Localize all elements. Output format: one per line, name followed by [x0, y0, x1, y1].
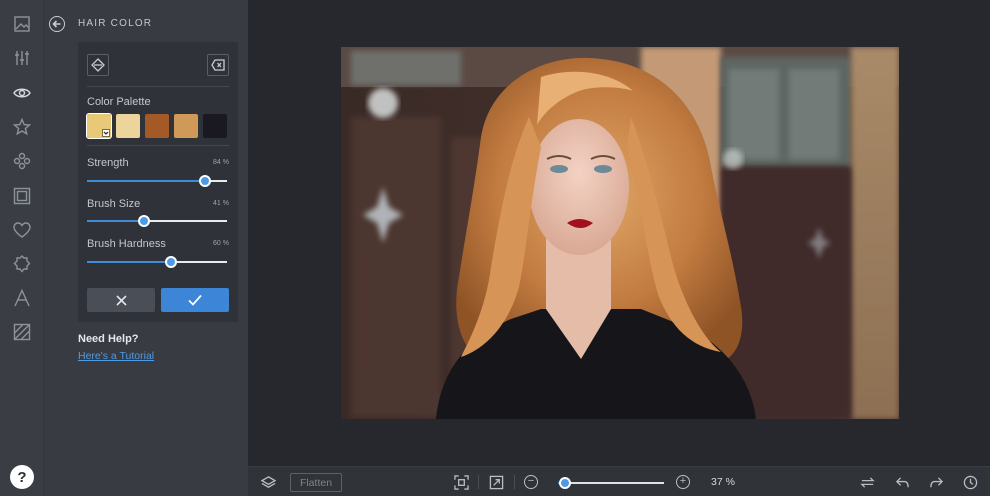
- close-icon: [115, 294, 127, 306]
- help-button[interactable]: ?: [10, 465, 34, 489]
- eraser-tool-button[interactable]: [207, 54, 229, 76]
- slider-fill: [87, 180, 205, 182]
- slider-fill: [87, 220, 145, 222]
- strength-value: 84 %: [213, 159, 229, 166]
- panel-header: HAIR COLOR: [44, 10, 248, 38]
- arrow-left-icon: [52, 20, 61, 28]
- hair-color-panel: HAIR COLOR Color Palette Strength 84 % B…: [44, 0, 248, 496]
- undo-icon[interactable]: [894, 474, 910, 490]
- brush-size-label: Brush Size: [87, 198, 141, 210]
- actual-size-icon[interactable]: [488, 474, 504, 490]
- frame-icon[interactable]: [12, 186, 32, 206]
- cancel-button[interactable]: [87, 288, 155, 312]
- history-icon[interactable]: [962, 474, 978, 490]
- brush-size-slider[interactable]: [87, 215, 227, 227]
- brush-size-value: 41 %: [213, 200, 229, 207]
- toolbar-divider: [514, 475, 515, 489]
- strength-slider[interactable]: [87, 175, 227, 187]
- slider-thumb[interactable]: [165, 256, 177, 268]
- heart-icon[interactable]: [12, 220, 32, 240]
- sparkle-icon[interactable]: [12, 151, 32, 171]
- slider-thumb[interactable]: [198, 175, 211, 187]
- zoom-value: 37 %: [711, 476, 735, 488]
- checkmark-icon: [188, 294, 202, 306]
- text-icon[interactable]: [12, 288, 32, 308]
- hair-color-card: Color Palette Strength 84 % Brush Size 4…: [78, 42, 238, 322]
- tool-rail: ?: [0, 0, 44, 496]
- zoom-slider-thumb[interactable]: [559, 477, 572, 489]
- help-heading: Need Help?: [78, 333, 139, 345]
- badge-icon[interactable]: [12, 254, 32, 274]
- divider: [87, 145, 229, 146]
- brush-hardness-value: 60 %: [213, 240, 229, 247]
- layers-icon[interactable]: [260, 474, 276, 490]
- brush-hardness-label: Brush Hardness: [87, 238, 166, 250]
- sliders-icon[interactable]: [12, 48, 32, 68]
- star-icon[interactable]: [12, 117, 32, 137]
- divider: [87, 86, 229, 87]
- brush-hardness-slider[interactable]: [87, 256, 227, 268]
- slider-fill: [87, 261, 171, 263]
- portrait-photo: [341, 47, 899, 419]
- fit-screen-icon[interactable]: [453, 474, 469, 490]
- color-swatch[interactable]: [203, 114, 227, 138]
- image-icon[interactable]: [12, 14, 32, 34]
- color-swatch[interactable]: [86, 113, 112, 139]
- texture-icon[interactable]: [12, 322, 32, 342]
- swap-icon[interactable]: [859, 474, 875, 490]
- zoom-out-button[interactable]: −: [524, 475, 538, 489]
- panel-title: HAIR COLOR: [78, 18, 153, 29]
- photo-canvas[interactable]: [341, 47, 899, 419]
- tutorial-link[interactable]: Here's a Tutorial: [78, 350, 154, 362]
- brush-tool-button[interactable]: [87, 54, 109, 76]
- flatten-button[interactable]: Flatten: [290, 473, 342, 492]
- eraser-icon: [211, 59, 225, 71]
- color-swatch[interactable]: [145, 114, 169, 138]
- redo-icon[interactable]: [928, 474, 944, 490]
- chevron-down-icon[interactable]: [102, 129, 110, 137]
- photo-editor-app: ? HAIR COLOR Color Palette Strength 84 %: [0, 0, 990, 496]
- bottom-toolbar: Flatten − + 37 %: [248, 466, 990, 496]
- toolbar-divider: [478, 475, 479, 489]
- apply-button[interactable]: [161, 288, 229, 312]
- strength-label: Strength: [87, 157, 129, 169]
- slider-thumb[interactable]: [138, 215, 151, 227]
- zoom-in-button[interactable]: +: [676, 475, 690, 489]
- zoom-slider-track[interactable]: [558, 482, 664, 484]
- paint-bucket-icon: [91, 58, 105, 72]
- eye-icon[interactable]: [12, 83, 32, 103]
- color-swatch[interactable]: [116, 114, 140, 138]
- back-button[interactable]: [49, 16, 65, 32]
- color-palette-label: Color Palette: [87, 96, 151, 108]
- color-swatch[interactable]: [174, 114, 198, 138]
